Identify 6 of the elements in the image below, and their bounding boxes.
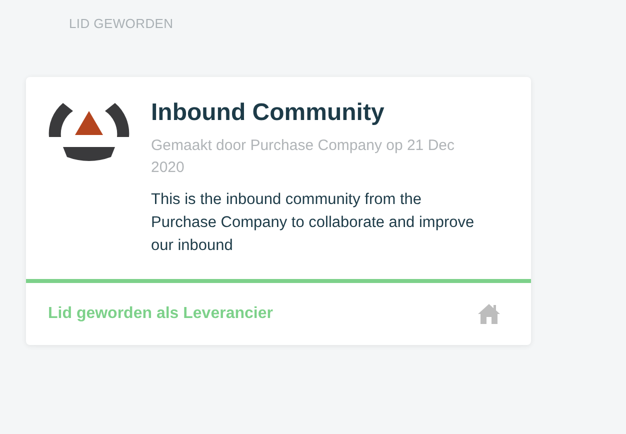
section-label: LID GEWORDEN [69, 16, 174, 31]
community-title: Inbound Community [151, 99, 386, 127]
membership-status: Lid geworden als Leverancier [48, 305, 273, 323]
created-info: Gemaakt door Purchase Company op 21 Dec 2020 [151, 136, 456, 178]
community-description: This is the inbound community from the Purchase Company to collaborate and improve our inbound [151, 190, 476, 256]
home-icon [477, 303, 501, 325]
